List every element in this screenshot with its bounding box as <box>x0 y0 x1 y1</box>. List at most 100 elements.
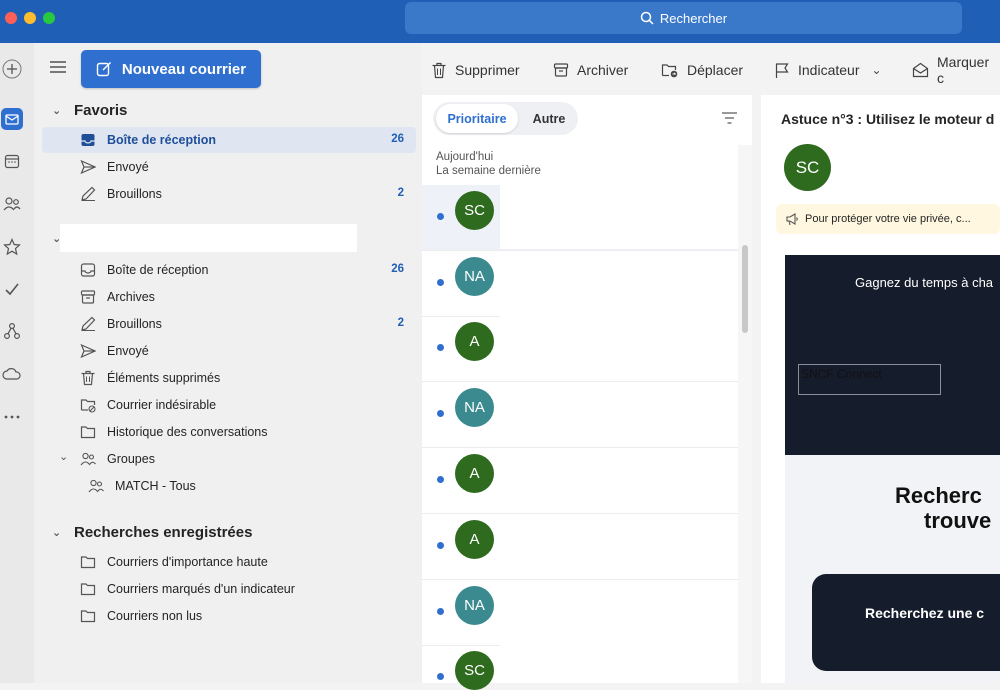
add-icon[interactable] <box>0 57 24 81</box>
delete-button[interactable]: Supprimer <box>431 61 520 79</box>
banner-text: Gagnez du temps à cha <box>855 275 994 290</box>
search-label: Rechercher <box>659 10 728 26</box>
folder-icon <box>80 581 96 597</box>
move-button[interactable]: Déplacer <box>661 61 743 79</box>
zoom-window-button[interactable] <box>43 12 55 24</box>
folder-label: Groupes <box>107 452 155 466</box>
message-row[interactable]: NA <box>422 382 739 448</box>
blocked-image-placeholder: SNCF Connect <box>798 364 941 395</box>
folder-label: Brouillons <box>107 317 162 331</box>
chevron-down-icon[interactable]: ⌄ <box>871 63 881 77</box>
mail-icon[interactable] <box>0 107 24 131</box>
flag-button[interactable]: Indicateur ⌄ <box>774 61 882 79</box>
folder-sent[interactable]: Envoyé <box>42 338 416 364</box>
groups-icon <box>80 451 96 467</box>
favorite-sent[interactable]: Envoyé <box>42 154 416 180</box>
folder-deleted[interactable]: Éléments supprimés <box>42 365 416 391</box>
favorites-header[interactable]: ⌄ Favoris <box>52 102 127 119</box>
saved-search-unread[interactable]: Courriers non lus <box>42 603 416 629</box>
headline-line-1: Recherc <box>895 483 982 508</box>
favorite-drafts[interactable]: Brouillons 2 <box>42 181 416 207</box>
trash-icon <box>432 62 446 78</box>
tab-other[interactable]: Autre <box>521 104 577 133</box>
account-name-redacted <box>60 224 357 252</box>
chevron-down-icon: ⌄ <box>52 105 62 117</box>
mark-button[interactable]: Marquer c <box>912 54 1000 86</box>
org-chart-icon[interactable] <box>0 319 24 343</box>
folder-label: MATCH - Tous <box>115 479 196 493</box>
mark-label: Marquer c <box>937 54 990 86</box>
email-cta-button[interactable] <box>812 574 1000 671</box>
flag-icon <box>775 62 789 78</box>
envelope-open-icon <box>912 62 929 78</box>
star-icon[interactable] <box>0 235 24 259</box>
folder-inbox[interactable]: Boîte de réception 26 <box>42 257 416 283</box>
move-folder-icon <box>661 64 678 78</box>
saved-search-flagged[interactable]: Courriers marqués d'un indicateur <box>42 576 416 602</box>
saved-searches-header[interactable]: ⌄ Recherches enregistrées <box>52 524 252 541</box>
message-row[interactable]: A <box>422 448 739 514</box>
chevron-down-icon[interactable]: ⌄ <box>59 450 68 463</box>
tab-focused[interactable]: Prioritaire <box>436 104 518 133</box>
folder-label: Courrier indésirable <box>107 398 217 412</box>
folder-groups[interactable]: ⌄ Groupes <box>42 446 416 472</box>
unread-indicator <box>437 279 444 286</box>
message-preview-redacted <box>500 382 739 446</box>
folder-junk[interactable]: Courrier indésirable <box>42 392 416 418</box>
new-mail-button[interactable]: Nouveau courrier <box>81 50 261 88</box>
group-match-tous[interactable]: MATCH - Tous <box>42 473 416 499</box>
message-row[interactable]: SC <box>422 185 739 251</box>
archive-icon <box>80 289 96 305</box>
privacy-notice[interactable]: Pour protéger votre vie privée, c... <box>776 204 1000 234</box>
groups-icon <box>88 478 104 494</box>
favorites-title: Favoris <box>74 102 128 119</box>
sender-avatar[interactable]: SC <box>784 144 831 191</box>
message-row[interactable]: SC <box>422 645 739 690</box>
trash-icon <box>80 370 96 386</box>
sender-avatar: NA <box>455 388 494 427</box>
saved-search-high-importance[interactable]: Courriers d'importance haute <box>42 549 416 575</box>
scrollbar-thumb[interactable] <box>742 245 748 333</box>
email-headline: Recherc trouve <box>895 483 1000 533</box>
close-window-button[interactable] <box>5 12 17 24</box>
sender-avatar: SC <box>455 191 494 230</box>
unread-indicator <box>437 410 444 417</box>
unread-indicator <box>437 344 444 351</box>
more-apps-icon[interactable] <box>0 405 24 429</box>
hamburger-menu-icon[interactable] <box>50 60 68 76</box>
folder-archives[interactable]: Archives <box>42 284 416 310</box>
todo-icon[interactable] <box>0 277 24 301</box>
message-row[interactable]: NA <box>422 580 739 646</box>
flag-label: Indicateur <box>798 62 860 78</box>
sender-avatar: A <box>455 322 494 361</box>
folder-conversation-history[interactable]: Historique des conversations <box>42 419 416 445</box>
folder-label: Brouillons <box>107 187 162 201</box>
minimize-window-button[interactable] <box>24 12 36 24</box>
unread-indicator <box>437 213 444 220</box>
image-alt-text: SNCF Connect <box>801 367 882 381</box>
message-row[interactable]: NA <box>422 251 739 317</box>
message-subject: Astuce n°3 : Utilisez le moteur d <box>781 111 995 127</box>
archive-button[interactable]: Archiver <box>553 61 628 79</box>
calendar-icon[interactable] <box>0 149 24 173</box>
message-list-scrollbar[interactable] <box>738 145 752 683</box>
people-icon[interactable] <box>0 192 24 216</box>
folder-label: Courriers non lus <box>107 609 203 623</box>
inbox-icon <box>80 132 96 148</box>
cloud-icon[interactable] <box>0 362 24 386</box>
favorite-inbox[interactable]: Boîte de réception 26 <box>42 127 416 153</box>
search-box[interactable]: Rechercher <box>405 2 962 34</box>
message-preview-redacted <box>500 316 739 380</box>
draft-icon <box>80 316 96 332</box>
filter-icon[interactable] <box>722 111 737 125</box>
folder-drafts[interactable]: Brouillons 2 <box>42 311 416 337</box>
inbox-icon <box>80 262 96 278</box>
sender-avatar: A <box>455 520 494 559</box>
message-row[interactable]: A <box>422 514 739 580</box>
message-row[interactable]: A <box>422 316 739 382</box>
megaphone-icon <box>786 213 798 226</box>
chevron-down-icon: ⌄ <box>52 527 62 539</box>
unread-indicator <box>437 476 444 483</box>
folder-label: Envoyé <box>107 160 149 174</box>
folder-icon <box>80 608 96 624</box>
